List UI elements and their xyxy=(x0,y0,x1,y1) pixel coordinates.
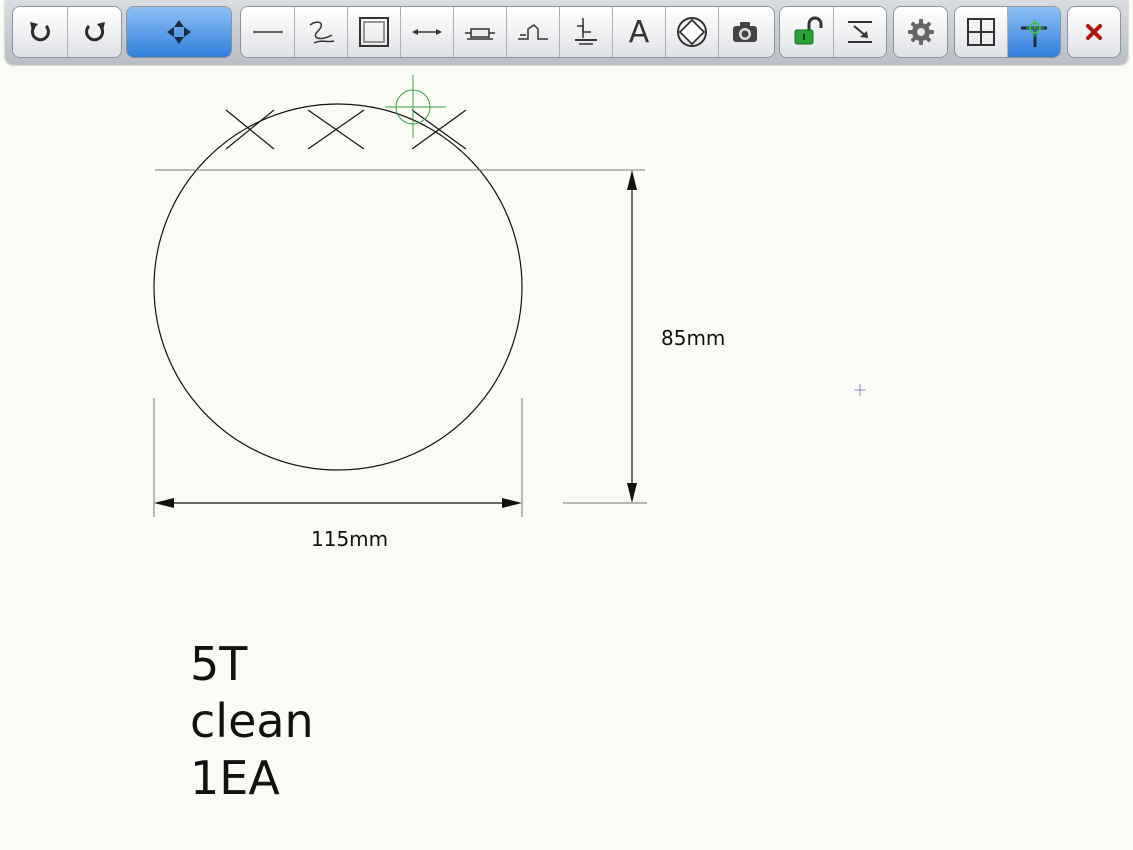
width-dimension-label[interactable]: 115mm xyxy=(311,527,388,551)
camera-tool-button[interactable] xyxy=(718,7,770,57)
resistor-tool-button[interactable] xyxy=(453,7,506,57)
freehand-icon xyxy=(309,21,335,44)
settings-group xyxy=(893,6,948,58)
origin-marker xyxy=(854,384,866,396)
note-text-block[interactable]: 5T clean 1EA xyxy=(190,636,314,807)
compass-icon xyxy=(677,17,707,47)
text-icon: A xyxy=(628,14,650,50)
note-line: 1EA xyxy=(190,751,280,805)
navigate-group xyxy=(126,6,232,58)
rectangle-icon xyxy=(359,17,389,47)
cross-marks xyxy=(225,109,467,150)
step-icon xyxy=(518,24,548,40)
undo-button[interactable] xyxy=(13,7,67,57)
undo-icon xyxy=(30,22,50,42)
history-group xyxy=(12,6,122,58)
line-tool-button[interactable] xyxy=(241,7,294,57)
snap-cursor xyxy=(385,75,446,138)
snap-cursor-icon xyxy=(1021,19,1047,47)
lock-tools-group xyxy=(779,6,887,58)
move-arrows-icon xyxy=(167,20,191,44)
camera-icon xyxy=(732,22,757,42)
grid-icon xyxy=(967,18,995,46)
rectangle-tool-button[interactable] xyxy=(347,7,400,57)
line-icon xyxy=(252,31,283,33)
snap-group xyxy=(954,6,1061,58)
grid-button[interactable] xyxy=(955,7,1007,57)
redo-button[interactable] xyxy=(67,7,121,57)
close-icon xyxy=(1086,24,1102,40)
width-arrow-right xyxy=(502,498,522,508)
dimension-tool-button[interactable] xyxy=(400,7,453,57)
move-button[interactable] xyxy=(127,7,231,57)
note-line: 5T xyxy=(190,637,248,691)
note-line: clean xyxy=(190,694,314,748)
unlock-button[interactable] xyxy=(780,7,833,57)
resistor-icon xyxy=(465,28,495,40)
height-dimension-label[interactable]: 85mm xyxy=(661,326,725,350)
toolbar: A xyxy=(5,0,1128,64)
redo-icon xyxy=(84,22,105,42)
text-tool-button[interactable]: A xyxy=(612,7,665,57)
draw-tools-group: A xyxy=(240,6,775,58)
step-tool-button[interactable] xyxy=(506,7,559,57)
close-button[interactable] xyxy=(1068,7,1120,57)
height-arrow-bottom xyxy=(627,483,637,503)
import-icon xyxy=(848,21,872,43)
settings-button[interactable] xyxy=(894,7,947,57)
width-arrow-left xyxy=(154,498,174,508)
snap-cursor-button[interactable] xyxy=(1007,7,1060,57)
weld-symbol-tool-button[interactable] xyxy=(559,7,612,57)
compass-tool-button[interactable] xyxy=(665,7,718,57)
drawing-canvas[interactable]: 85mm 115mm xyxy=(0,0,1133,850)
height-arrow-top xyxy=(627,170,637,190)
import-button[interactable] xyxy=(833,7,886,57)
dimension-icon xyxy=(412,29,442,35)
unlock-icon xyxy=(794,16,822,45)
close-group xyxy=(1067,6,1121,58)
weld-symbol-icon xyxy=(575,18,597,45)
circle-shape[interactable] xyxy=(153,103,523,471)
gear-icon xyxy=(907,19,934,45)
freehand-tool-button[interactable] xyxy=(294,7,347,57)
